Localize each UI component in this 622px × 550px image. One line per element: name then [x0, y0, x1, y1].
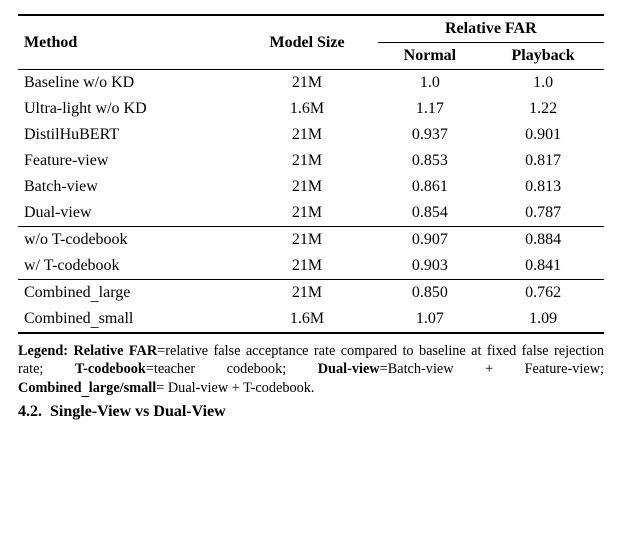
cell-playback: 0.841: [482, 253, 604, 280]
section-title: Single-View vs Dual-View: [50, 403, 226, 420]
table-row: DistilHuBERT 21M 0.937 0.901: [18, 122, 604, 148]
legend-val-dualview: =Batch-view + Feature-view;: [380, 361, 604, 377]
table-row: Combined_large 21M 0.850 0.762: [18, 280, 604, 307]
cell-method: DistilHuBERT: [18, 122, 236, 148]
cell-size: 21M: [236, 148, 377, 174]
legend-key-relfar: Relative FAR: [73, 343, 157, 359]
cell-method: Baseline w/o KD: [18, 70, 236, 97]
col-method: Method: [18, 15, 236, 70]
section-heading: 4.2. Single-View vs Dual-View: [18, 403, 604, 421]
cell-size: 21M: [236, 174, 377, 200]
legend-label: Legend:: [18, 343, 68, 359]
cell-size: 21M: [236, 253, 377, 280]
cell-method: Dual-view: [18, 200, 236, 227]
cell-method: Combined_large: [18, 280, 236, 307]
cell-playback: 0.901: [482, 122, 604, 148]
cell-playback: 1.09: [482, 306, 604, 333]
cell-playback: 0.813: [482, 174, 604, 200]
results-table: Method Model Size Relative FAR Normal Pl…: [18, 14, 604, 334]
cell-playback: 0.762: [482, 280, 604, 307]
cell-size: 1.6M: [236, 96, 377, 122]
legend-key-tcodebook: T-codebook: [75, 361, 146, 377]
cell-normal: 0.861: [378, 174, 483, 200]
cell-method: Ultra-light w/o KD: [18, 96, 236, 122]
cell-normal: 0.903: [378, 253, 483, 280]
legend-val-combined: = Dual-view + T-codebook.: [156, 380, 314, 396]
legend-val-tcodebook: =teacher codebook;: [146, 361, 286, 377]
table-row: Feature-view 21M 0.853 0.817: [18, 148, 604, 174]
legend-key-combined: Combined_large/small: [18, 380, 156, 399]
cell-method: w/o T-codebook: [18, 227, 236, 254]
cell-method: Feature-view: [18, 148, 236, 174]
table-row: Combined_small 1.6M 1.07 1.09: [18, 306, 604, 333]
cell-size: 21M: [236, 70, 377, 97]
col-model-size: Model Size: [236, 15, 377, 70]
table-row: Ultra-light w/o KD 1.6M 1.17 1.22: [18, 96, 604, 122]
cell-normal: 1.0: [378, 70, 483, 97]
table-row: Batch-view 21M 0.861 0.813: [18, 174, 604, 200]
cell-size: 1.6M: [236, 306, 377, 333]
cell-normal: 0.854: [378, 200, 483, 227]
cell-size: 21M: [236, 200, 377, 227]
col-group-relative-far: Relative FAR: [378, 15, 604, 43]
cell-method: Batch-view: [18, 174, 236, 200]
cell-size: 21M: [236, 227, 377, 254]
col-normal: Normal: [378, 43, 483, 70]
cell-normal: 0.853: [378, 148, 483, 174]
cell-method: w/ T-codebook: [18, 253, 236, 280]
section-number: 4.2.: [18, 403, 42, 420]
cell-normal: 0.937: [378, 122, 483, 148]
cell-normal: 1.07: [378, 306, 483, 333]
table-row: w/ T-codebook 21M 0.903 0.841: [18, 253, 604, 280]
cell-playback: 1.0: [482, 70, 604, 97]
cell-playback: 0.787: [482, 200, 604, 227]
cell-playback: 1.22: [482, 96, 604, 122]
cell-normal: 0.850: [378, 280, 483, 307]
cell-normal: 1.17: [378, 96, 483, 122]
legend-key-dualview: Dual-view: [318, 361, 380, 377]
cell-size: 21M: [236, 280, 377, 307]
table-row: Baseline w/o KD 21M 1.0 1.0: [18, 70, 604, 97]
table-legend: Legend: Relative FAR=relative false acce…: [18, 342, 604, 397]
cell-normal: 0.907: [378, 227, 483, 254]
table-row: Dual-view 21M 0.854 0.787: [18, 200, 604, 227]
table-row: w/o T-codebook 21M 0.907 0.884: [18, 227, 604, 254]
cell-size: 21M: [236, 122, 377, 148]
cell-playback: 0.817: [482, 148, 604, 174]
col-playback: Playback: [482, 43, 604, 70]
cell-playback: 0.884: [482, 227, 604, 254]
cell-method: Combined_small: [18, 306, 236, 333]
